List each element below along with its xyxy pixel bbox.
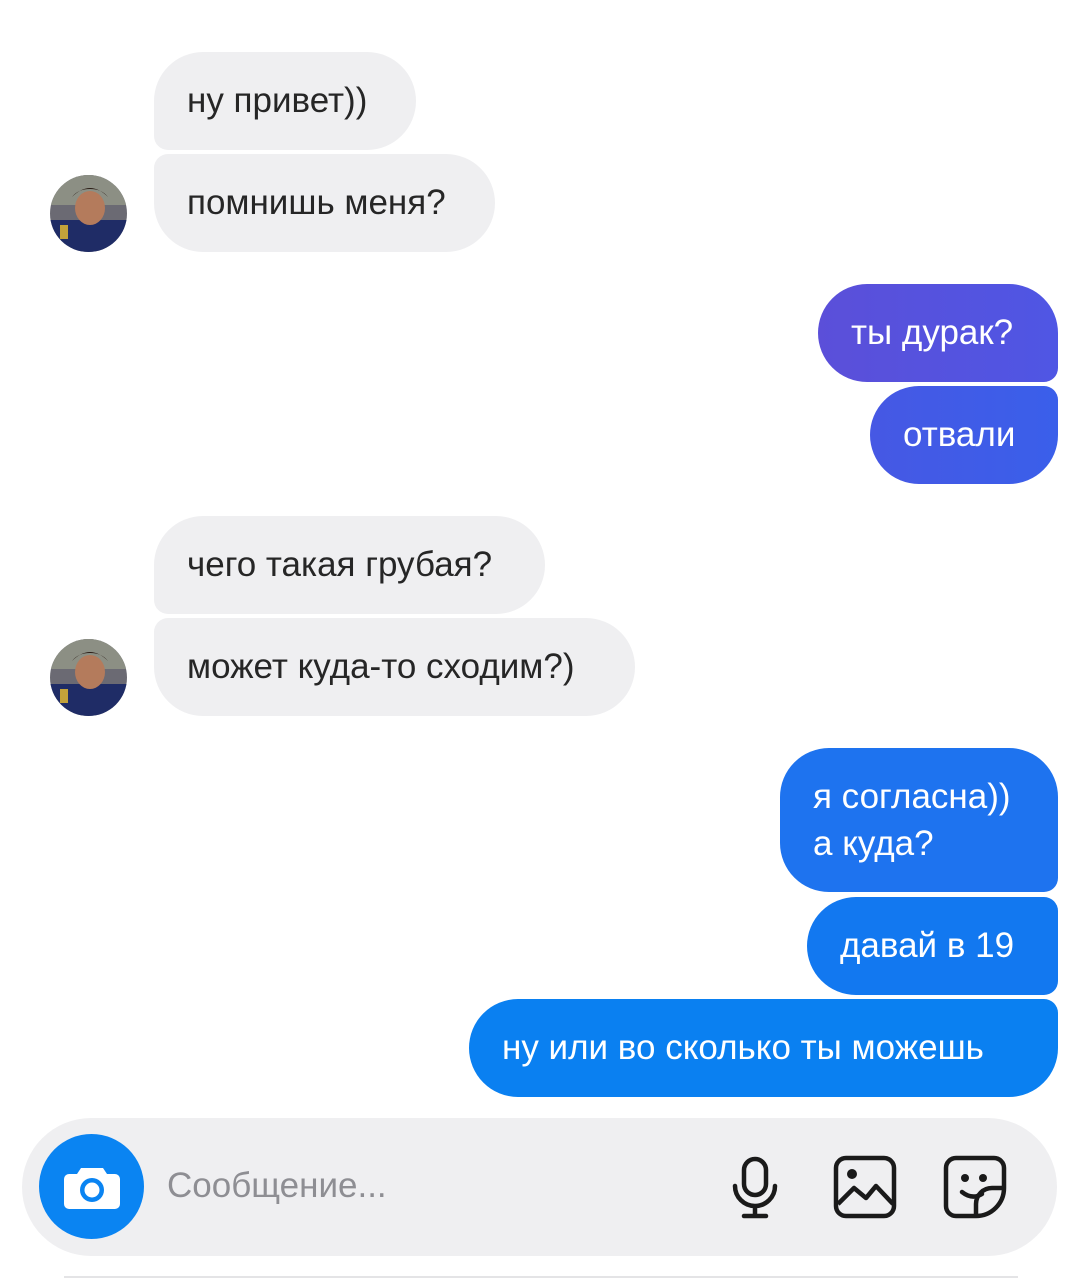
message-bubble-outgoing[interactable]: ты дурак? xyxy=(818,284,1058,382)
camera-icon xyxy=(63,1167,120,1209)
message-bubble-outgoing[interactable]: ну или во сколько ты можешь xyxy=(469,999,1058,1097)
message-bubble-outgoing[interactable]: давай в 19 xyxy=(807,897,1058,995)
sticker-icon[interactable] xyxy=(942,1154,1008,1220)
message-bubble-outgoing[interactable]: я согласна)) а куда? xyxy=(780,748,1058,892)
divider xyxy=(64,1276,1018,1278)
message-bubble-incoming[interactable]: ну привет)) xyxy=(154,52,416,150)
gallery-icon[interactable] xyxy=(832,1154,898,1220)
avatar-photo xyxy=(50,639,127,716)
contact-avatar[interactable] xyxy=(50,175,127,252)
message-bubble-incoming[interactable]: чего такая грубая? xyxy=(154,516,545,614)
avatar-photo xyxy=(50,175,127,252)
message-composer: Сообщение... xyxy=(22,1118,1057,1256)
message-bubble-outgoing[interactable]: отвали xyxy=(870,386,1058,484)
message-input[interactable]: Сообщение... xyxy=(167,1166,387,1206)
microphone-icon[interactable] xyxy=(722,1154,788,1220)
contact-avatar[interactable] xyxy=(50,639,127,716)
message-bubble-incoming[interactable]: может куда-то сходим?) xyxy=(154,618,635,716)
camera-button[interactable] xyxy=(39,1134,144,1239)
message-bubble-incoming[interactable]: помнишь меня? xyxy=(154,154,495,252)
